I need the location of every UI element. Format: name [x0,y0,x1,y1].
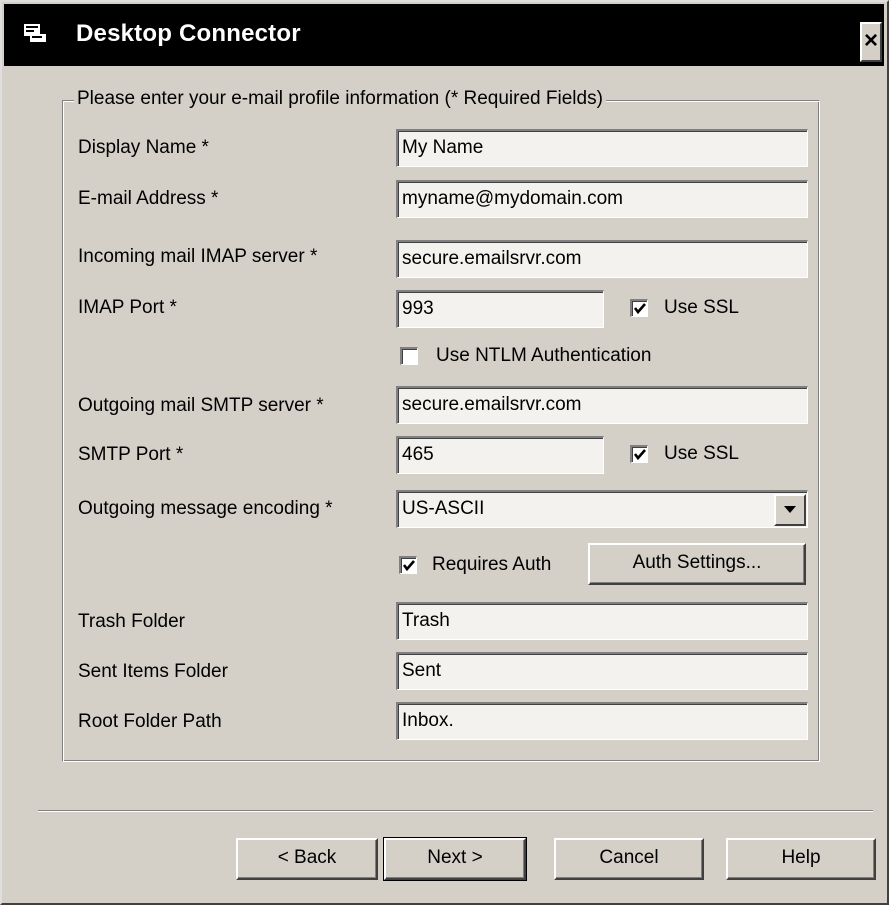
smtp-port-input[interactable]: 465 [396,436,604,474]
imap-server-label: Incoming mail IMAP server * [78,246,318,267]
app-icon [24,24,46,42]
smtp-server-label: Outgoing mail SMTP server * [78,395,324,416]
ntlm-label: Use NTLM Authentication [436,345,652,366]
encoding-select[interactable]: US-ASCII [396,490,808,528]
sent-folder-input[interactable]: Sent [396,652,808,690]
close-button[interactable]: × [860,22,882,62]
next-button[interactable]: Next > [383,837,527,881]
trash-folder-input[interactable]: Trash [396,602,808,640]
title-bar: Desktop Connector [4,4,884,66]
root-path-label: Root Folder Path [78,711,222,732]
auth-settings-button[interactable]: Auth Settings... [588,543,806,585]
imap-port-label: IMAP Port * [78,297,177,318]
email-input[interactable]: myname@mydomain.com [396,180,808,218]
smtp-ssl-checkbox[interactable] [630,445,648,463]
divider [38,810,873,812]
help-button[interactable]: Help [726,838,876,880]
root-path-input[interactable]: Inbox. [396,702,808,740]
smtp-port-label: SMTP Port * [78,444,184,465]
imap-port-input[interactable]: 993 [396,290,604,328]
imap-server-input[interactable]: secure.emailsrvr.com [396,240,808,278]
window-title: Desktop Connector [76,20,301,47]
encoding-label: Outgoing message encoding * [78,498,333,519]
email-label: E-mail Address * [78,188,219,209]
encoding-dropdown-button[interactable] [774,494,806,526]
checkmark-icon [402,560,415,572]
display-name-input[interactable]: My Name [396,129,808,167]
smtp-server-input[interactable]: secure.emailsrvr.com [396,386,808,424]
display-name-label: Display Name * [78,137,209,158]
smtp-ssl-label: Use SSL [664,443,739,464]
sent-folder-label: Sent Items Folder [78,661,228,682]
imap-ssl-label: Use SSL [664,297,739,318]
ntlm-checkbox[interactable] [400,347,418,365]
cancel-button[interactable]: Cancel [554,838,704,880]
back-button[interactable]: < Back [236,838,378,880]
checkmark-icon [633,449,646,461]
checkmark-icon [633,303,646,315]
groupbox-legend: Please enter your e-mail profile informa… [74,88,606,110]
imap-ssl-checkbox[interactable] [630,299,648,317]
requires-auth-label: Requires Auth [432,554,552,575]
close-icon: × [863,27,878,54]
chevron-down-icon [784,506,796,513]
trash-folder-label: Trash Folder [78,611,185,632]
requires-auth-checkbox[interactable] [399,556,417,574]
